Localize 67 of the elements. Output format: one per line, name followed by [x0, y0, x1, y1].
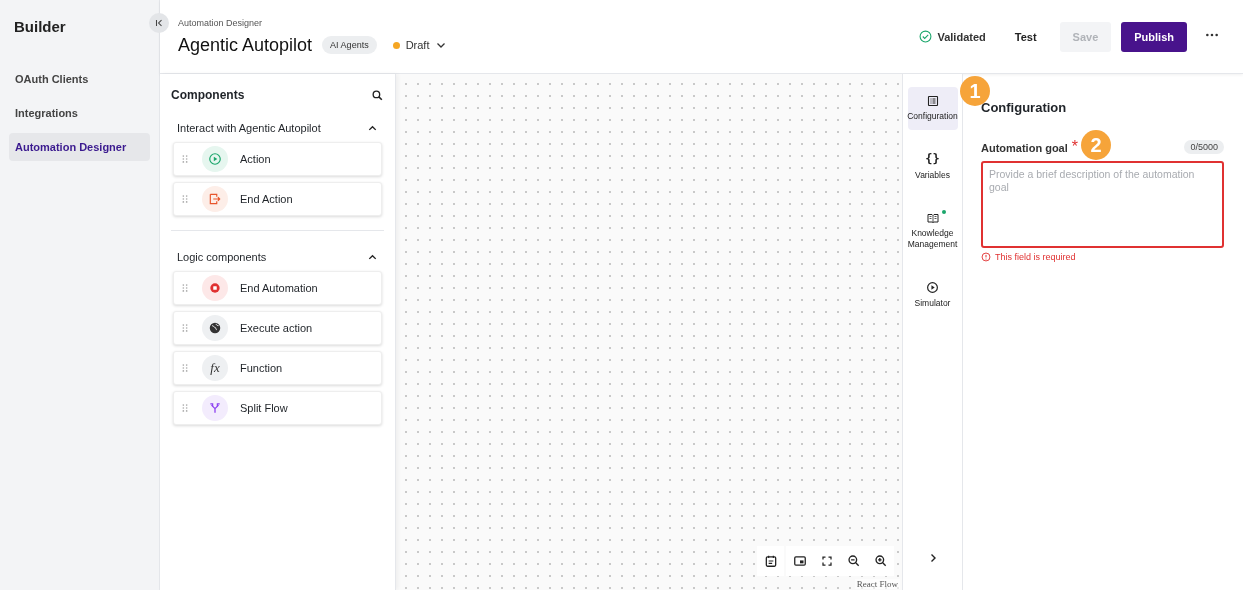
zoom-in-icon: [873, 554, 888, 568]
group-title: Interact with Agentic Autopilot: [177, 122, 321, 134]
nav-item[interactable]: Automation Designer: [9, 133, 150, 161]
side-tab[interactable]: Simulator: [907, 272, 958, 318]
drag-handle-icon: [180, 154, 190, 164]
panel-title: Components: [171, 88, 245, 102]
minimap-icon: [792, 554, 807, 568]
required-mark: *: [1071, 138, 1078, 156]
goal-input[interactable]: Provide a brief description of the automation goal: [981, 161, 1224, 248]
category-tag: AI Agents: [322, 36, 377, 54]
error-message: This field is required: [995, 252, 1076, 262]
collapse-button[interactable]: [149, 13, 169, 33]
status-dropdown[interactable]: Draft: [392, 39, 448, 51]
collapse-icon: [154, 18, 164, 28]
component-card[interactable]: Action: [173, 142, 382, 176]
character-counter: 0/5000: [1184, 140, 1224, 154]
component-label: Function: [240, 362, 283, 374]
fullscreen-icon: [820, 555, 833, 567]
field-label: Automation goal: [981, 142, 1068, 154]
page-title: Agentic Autopilot: [178, 34, 313, 56]
validated-status: Validated: [919, 30, 986, 43]
component-label: Action: [240, 153, 271, 165]
component-card[interactable]: Split Flow: [173, 391, 382, 425]
zoom-out-icon: [846, 554, 861, 568]
component-label: Execute action: [240, 322, 313, 334]
tab-label: Variables: [915, 170, 950, 182]
component-card[interactable]: End Action: [173, 182, 382, 216]
action-button[interactable]: Test: [1001, 21, 1050, 52]
component-label: Split Flow: [240, 402, 288, 414]
book-icon: [926, 211, 939, 224]
error-icon: [981, 252, 991, 262]
nav-item[interactable]: Integrations: [9, 99, 150, 127]
play-icon: [926, 280, 939, 294]
tab-label: Simulator: [914, 297, 951, 310]
side-tab[interactable]: {} Variables: [907, 144, 958, 190]
braces-icon: {}: [925, 152, 940, 167]
component-card[interactable]: Execute action: [173, 311, 382, 345]
stop-icon: [208, 281, 222, 295]
function-icon: fx: [210, 360, 220, 376]
exit-icon: [208, 192, 222, 206]
notes-button[interactable]: [757, 546, 784, 576]
action-button[interactable]: Publish: [1121, 21, 1187, 52]
tab-label: Knowledge Management: [907, 227, 958, 251]
drag-handle-icon: [180, 283, 190, 293]
drag-handle-icon: [180, 194, 190, 204]
component-card[interactable]: fx Function: [173, 351, 382, 385]
group-title: Logic components: [177, 251, 267, 263]
drag-handle-icon: [180, 403, 190, 413]
component-label: End Action: [240, 193, 293, 205]
drag-handle-icon: [180, 363, 190, 373]
component-card[interactable]: End Automation: [173, 271, 382, 305]
list-icon: [926, 95, 939, 107]
side-tab[interactable]: Configuration: [907, 87, 958, 131]
component-label: End Automation: [240, 282, 318, 294]
attribution-link[interactable]: React Flow: [854, 579, 900, 589]
search-icon: [371, 88, 384, 102]
play-icon: [208, 152, 222, 166]
tab-label: Configuration: [907, 111, 958, 123]
drag-handle-icon: [180, 323, 190, 333]
breadcrumb[interactable]: Automation Designer: [178, 17, 448, 28]
app-title: Builder: [14, 18, 67, 35]
check-circle-icon: [919, 30, 933, 43]
side-tab[interactable]: Knowledge Management: [907, 203, 958, 259]
nav-item[interactable]: OAuth Clients: [9, 65, 150, 93]
calendar-icon: [763, 554, 778, 568]
callout-marker: 2: [1081, 130, 1111, 160]
fork-icon: [208, 401, 222, 415]
